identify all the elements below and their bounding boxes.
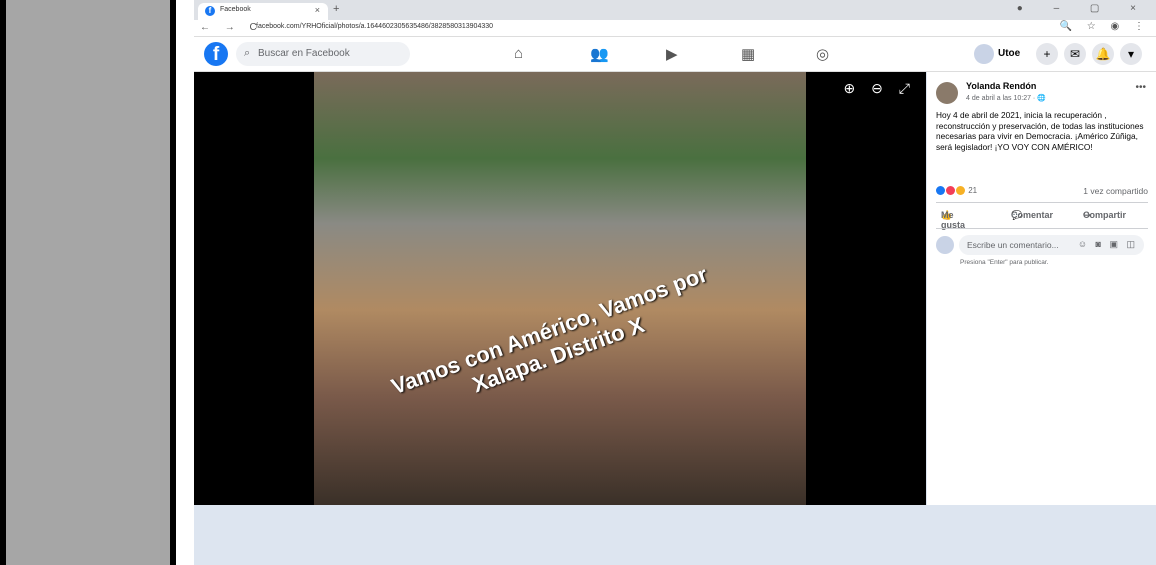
facebook-header: f ⌕ Buscar en Facebook ⌂ 👥 ▶ ▦ ◎ Utoe + … (194, 37, 1156, 72)
comment-placeholder: Escribe un comentario... (967, 240, 1059, 250)
url-field[interactable]: facebook.com/YRHOficial/photos/a.1644602… (256, 23, 493, 30)
facebook-search-input[interactable]: ⌕ Buscar en Facebook (236, 42, 410, 66)
groups-icon[interactable]: ◎ (816, 45, 829, 63)
browser-window: f Facebook × + ● – ▢ × ← → C facebook.co… (194, 0, 1156, 565)
comment-hint: Presiona "Enter" para publicar. (960, 259, 1049, 266)
left-gutter (0, 0, 176, 565)
comment-label: Comentar (1011, 210, 1054, 220)
notifications-icon[interactable]: 🔔 (1092, 43, 1114, 65)
share-count[interactable]: 1 vez compartido (1083, 186, 1148, 196)
home-icon[interactable]: ⌂ (514, 45, 523, 62)
browser-tab[interactable]: f Facebook × (198, 3, 328, 20)
wow-reaction-icon (956, 186, 965, 196)
like-label: Me gusta (941, 210, 966, 230)
post-author[interactable]: Yolanda Rendón (966, 81, 1036, 91)
tab-bar: f Facebook × + ● – ▢ × (194, 0, 1156, 20)
create-button[interactable]: + (1036, 43, 1058, 65)
post-panel: Yolanda Rendón 4 de abril a las 10:27 · … (927, 72, 1156, 505)
facebook-logo-icon[interactable]: f (204, 42, 228, 66)
new-tab-button[interactable]: + (333, 3, 339, 15)
friends-icon[interactable]: 👥 (590, 45, 609, 63)
account-menu-icon[interactable]: ▾ (1120, 43, 1142, 65)
divider (936, 228, 1148, 229)
comment-input[interactable]: Escribe un comentario... ☺ ◙ ▣ ◫ (959, 235, 1144, 255)
facebook-favicon-icon: f (205, 6, 215, 16)
reaction-count: 21 (968, 186, 978, 195)
comment-tools-icon[interactable]: ☺ ◙ ▣ ◫ (1078, 239, 1138, 250)
page-background (194, 505, 1156, 565)
nav-buttons[interactable]: ← → C (200, 22, 263, 33)
gap (182, 0, 194, 565)
search-placeholder: Buscar en Facebook (258, 48, 350, 59)
post-actions: 👍 Me gusta 💬 Comentar ↪ Compartir (927, 210, 1156, 230)
post-date[interactable]: 4 de abril a las 10:27 · 🌐 (966, 94, 1046, 102)
watch-icon[interactable]: ▶ (666, 45, 678, 63)
tab-title: Facebook (220, 6, 251, 13)
more-options-icon[interactable]: ••• (1135, 82, 1146, 93)
close-tab-icon[interactable]: × (315, 5, 320, 15)
share-label: Compartir (1083, 210, 1127, 220)
photo-controls[interactable]: ⊕ ⊖ ⤢ (844, 80, 916, 97)
marketplace-icon[interactable]: ▦ (741, 45, 755, 63)
like-reaction-icon (936, 186, 945, 196)
messenger-icon[interactable]: ✉ (1064, 43, 1086, 65)
window-controls[interactable]: ● – ▢ × (1017, 3, 1150, 14)
address-bar: ← → C facebook.com/YRHOficial/photos/a.1… (194, 20, 1156, 37)
user-profile-button[interactable]: Utoe (974, 44, 1034, 64)
photo-viewer: ⊕ ⊖ ⤢ Vamos con Américo, Vamos por Xalap… (194, 72, 926, 505)
user-name: Utoe (998, 48, 1021, 59)
avatar (974, 44, 994, 64)
left-border (0, 0, 6, 565)
post-text: Hoy 4 de abril de 2021, inicia la recupe… (936, 110, 1144, 152)
search-icon: ⌕ (244, 47, 251, 59)
reactions[interactable]: 21 (936, 186, 978, 196)
divider (936, 202, 1148, 203)
author-avatar[interactable] (936, 82, 958, 104)
love-reaction-icon (946, 186, 955, 196)
address-bar-icons[interactable]: 🔍 ☆ ◉ ⋮ (1060, 21, 1150, 32)
commenter-avatar (936, 236, 954, 254)
